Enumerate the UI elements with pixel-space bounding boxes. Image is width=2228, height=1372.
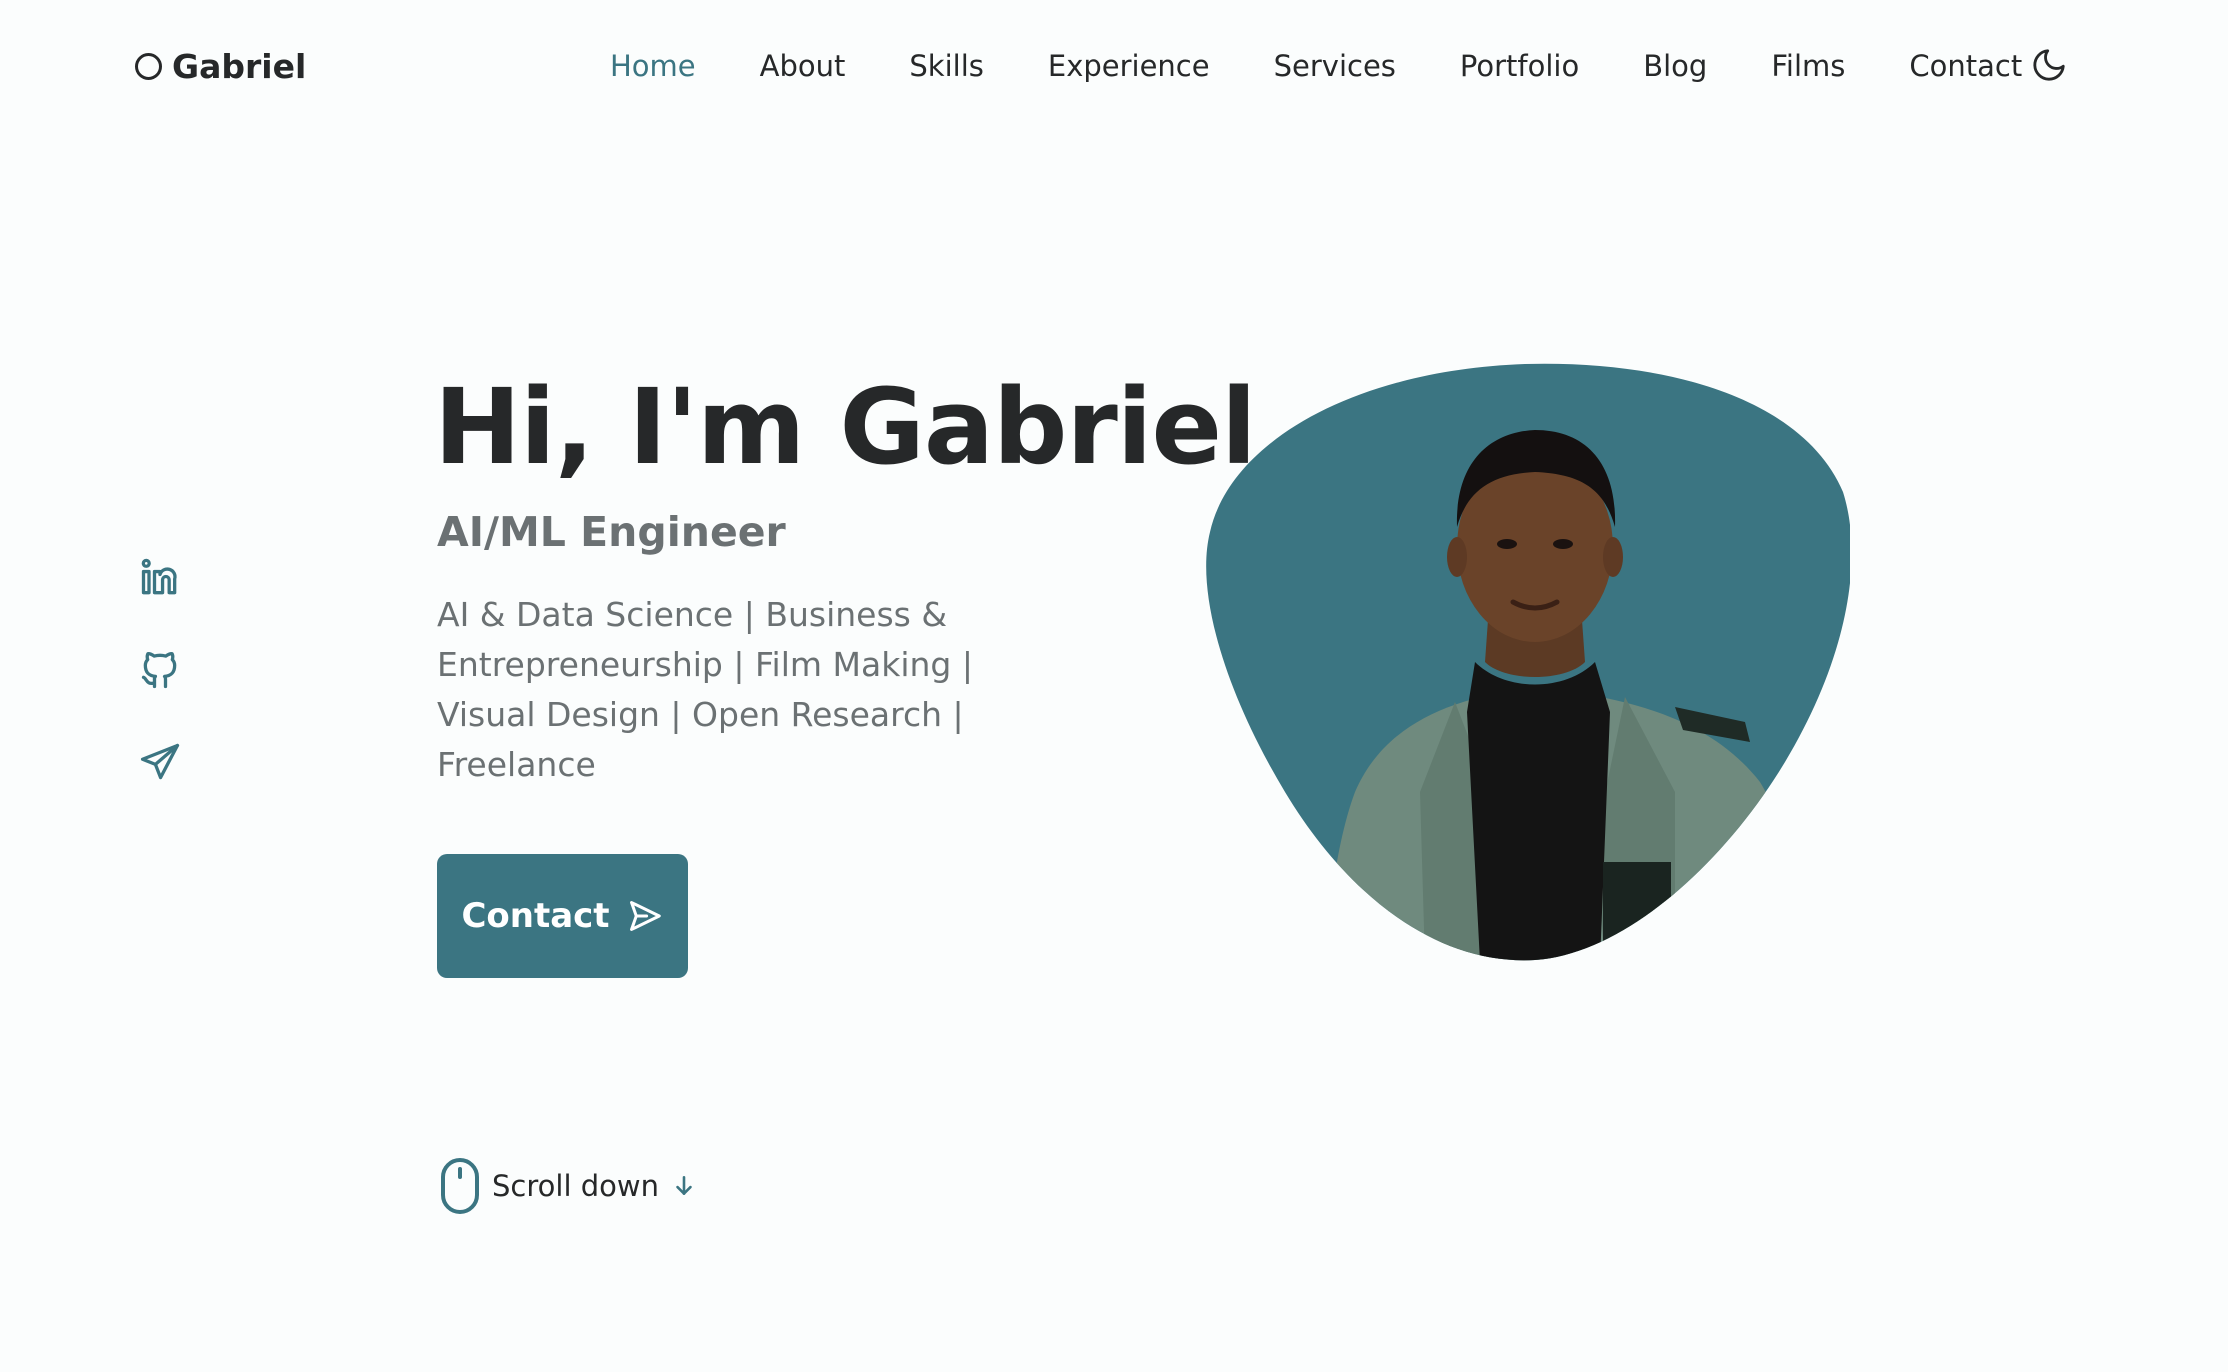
main-nav: Home About Skills Experience Services Po… (610, 44, 2022, 88)
scroll-down-label: Scroll down (492, 1169, 659, 1203)
send-icon (629, 901, 661, 931)
nav-item-films[interactable]: Films (1771, 49, 1845, 83)
github-icon (141, 651, 177, 689)
hero-description: AI & Data Science | Business & Entrepren… (437, 595, 973, 784)
nav-item-skills[interactable]: Skills (909, 49, 983, 83)
arrow-down-icon (676, 1176, 692, 1195)
nav-item-experience[interactable]: Experience (1048, 49, 1210, 83)
telegram-icon (140, 743, 180, 780)
nav-item-about[interactable]: About (760, 49, 846, 83)
profile-portrait (1205, 362, 1850, 962)
moon-icon (2033, 49, 2065, 81)
contact-button[interactable]: Contact (437, 854, 688, 978)
nav-item-services[interactable]: Services (1274, 49, 1396, 83)
nav-item-blog[interactable]: Blog (1643, 49, 1707, 83)
mouse-icon (441, 1158, 479, 1214)
telegram-link[interactable] (138, 740, 182, 784)
linkedin-link[interactable] (138, 556, 182, 600)
nav-item-portfolio[interactable]: Portfolio (1460, 49, 1579, 83)
linkedin-icon (141, 558, 177, 595)
nav-item-home[interactable]: Home (610, 49, 696, 83)
hero-title: Hi, I'm Gabriel (434, 366, 1257, 488)
social-links (138, 556, 188, 784)
hero-subtitle: AI/ML Engineer (437, 508, 786, 556)
theme-toggle-button[interactable] (2028, 44, 2070, 86)
header: Gabriel Home About Skills Experience Ser… (0, 0, 2228, 130)
logo-link[interactable]: Gabriel (135, 44, 306, 88)
contact-button-label: Contact (461, 896, 610, 936)
logo-text: Gabriel (172, 46, 307, 86)
page: Gabriel Home About Skills Experience Ser… (0, 0, 2228, 1372)
logo-circle-icon (135, 52, 162, 80)
nav-item-contact[interactable]: Contact (1909, 49, 2022, 83)
profile-image (1206, 363, 1850, 961)
github-link[interactable] (138, 648, 182, 692)
scroll-down-link[interactable]: Scroll down (440, 1158, 697, 1214)
